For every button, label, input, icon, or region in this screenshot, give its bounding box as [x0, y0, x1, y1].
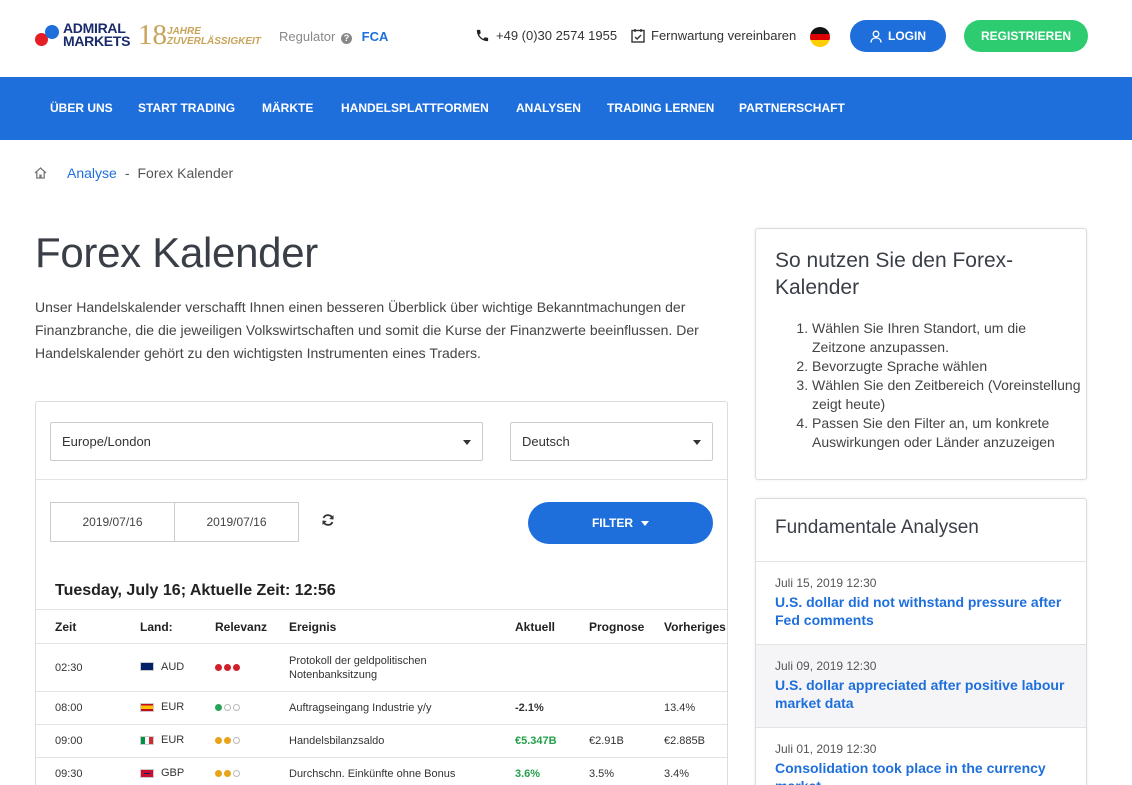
date-from-input[interactable]: 2019/07/16: [50, 502, 175, 542]
breadcrumb-separator: -: [124, 165, 130, 181]
relevance-indicator: [215, 770, 240, 777]
table-header-row: Zeit Land: Relevanz Ereignis Aktuell Pro…: [36, 609, 727, 644]
page-intro: Unser Handelskalender verschafft Ihnen e…: [35, 299, 699, 361]
forex-calendar-panel: Europe/London Deutsch 2019/07/16 2019/07…: [35, 401, 728, 785]
refresh-icon[interactable]: [321, 513, 335, 532]
list-item: Bevorzugte Sprache wählen: [812, 357, 1082, 376]
nav-learn-trading[interactable]: TRADING LERNEN: [607, 101, 714, 115]
calendar-current-date: Tuesday, July 16; Aktuelle Zeit: 12:56: [55, 582, 336, 599]
table-row[interactable]: 08:00 EUR Auftragseingang Industrie y/y …: [36, 691, 727, 725]
nav-partnership[interactable]: PARTNERSCHAFT: [739, 101, 845, 115]
chevron-down-icon: [693, 440, 701, 445]
nav-markets[interactable]: MÄRKTE: [262, 101, 313, 115]
timezone-select[interactable]: Europe/London: [50, 422, 483, 461]
main-navigation: ÜBER UNS START TRADING MÄRKTE HANDELSPLA…: [0, 77, 1132, 140]
analysis-item[interactable]: Juli 15, 2019 12:30 U.S. dollar did not …: [756, 561, 1086, 644]
flag-au-icon: [140, 662, 154, 672]
divider: [36, 479, 727, 480]
flag-es-icon: [140, 702, 154, 712]
howto-title: So nutzen Sie den Forex-Kalender: [775, 249, 1014, 299]
calendar-check-icon: [631, 29, 645, 43]
events-table: Zeit Land: Relevanz Ereignis Aktuell Pro…: [36, 609, 727, 785]
col-forecast: Prognose: [570, 609, 645, 644]
table-row[interactable]: 09:30 GBP Durchschn. Einkünfte ohne Bonu…: [36, 757, 727, 785]
top-bar: ADMIRAL MARKETS 18 JAHRE ZUVERLÄSSIGKEIT …: [0, 0, 1132, 77]
logo-blue-dot: [45, 25, 59, 39]
phone-contact[interactable]: +49 (0)30 2574 1955: [475, 28, 617, 43]
fundamental-analyses-box: Fundamentale Analysen Juli 15, 2019 12:3…: [755, 498, 1087, 785]
nav-platforms[interactable]: HANDELSPLATTFORMEN: [341, 101, 489, 115]
remote-support-link[interactable]: Fernwartung vereinbaren: [631, 28, 796, 43]
login-button[interactable]: LOGIN: [850, 20, 946, 52]
chevron-down-icon: [463, 440, 471, 445]
howto-steps: Wählen Sie Ihren Standort, um die Zeitzo…: [792, 319, 1082, 452]
breadcrumb-current: Forex Kalender: [137, 165, 234, 181]
breadcrumb-analyse-link[interactable]: Analyse: [67, 165, 117, 181]
col-country: Land:: [121, 609, 196, 644]
date-to-input[interactable]: 2019/07/16: [174, 502, 299, 542]
register-button[interactable]: REGISTRIEREN: [964, 20, 1088, 52]
analysis-headline-link[interactable]: Consolidation took place in the currency…: [775, 759, 1067, 785]
fundamental-title: Fundamentale Analysen: [775, 517, 979, 538]
col-actual: Aktuell: [496, 609, 570, 644]
flag-it-icon: [140, 735, 154, 745]
col-relevance: Relevanz: [196, 609, 270, 644]
howto-box: So nutzen Sie den Forex-Kalender Wählen …: [755, 228, 1087, 480]
analysis-headline-link[interactable]: U.S. dollar did not withstand pressure a…: [775, 593, 1067, 629]
nav-start-trading[interactable]: START TRADING: [138, 101, 235, 115]
analysis-item[interactable]: Juli 09, 2019 12:30 U.S. dollar apprecia…: [756, 644, 1086, 727]
logo-wordmark: ADMIRAL MARKETS: [63, 20, 131, 49]
language-flag-de[interactable]: [810, 27, 830, 47]
nav-analyses[interactable]: ANALYSEN: [516, 101, 581, 115]
flag-gb-icon: [140, 768, 154, 778]
analysis-item[interactable]: Juli 01, 2019 12:30 Consolidation took p…: [756, 727, 1086, 785]
caret-down-icon: [641, 520, 650, 526]
analysis-headline-link[interactable]: U.S. dollar appreciated after positive l…: [775, 676, 1067, 712]
table-row[interactable]: 02:30 AUD Protokoll der geldpolitischen …: [36, 643, 727, 692]
relevance-indicator: [215, 704, 240, 711]
breadcrumb: Analyse - Forex Kalender: [34, 165, 233, 181]
home-icon[interactable]: [34, 167, 47, 179]
language-select[interactable]: Deutsch: [510, 422, 713, 461]
list-item: Wählen Sie den Zeitbereich (Voreinstellu…: [812, 376, 1082, 414]
phone-icon: [476, 29, 489, 42]
relevance-indicator: [215, 737, 240, 744]
page-title: Forex Kalender: [35, 229, 318, 276]
user-icon: [870, 30, 882, 43]
regulator-info: Regulator ? FCA: [279, 29, 389, 44]
nav-about-us[interactable]: ÜBER UNS: [50, 101, 113, 115]
col-time: Zeit: [36, 609, 121, 644]
help-icon[interactable]: ?: [341, 33, 352, 44]
col-previous: Vorheriges: [645, 609, 727, 644]
admiral-markets-logo[interactable]: ADMIRAL MARKETS: [34, 20, 134, 52]
col-event: Ereignis: [270, 609, 496, 644]
table-row[interactable]: 09:00 EUR Handelsbilanzsaldo €5.347B €2.…: [36, 724, 727, 758]
list-item: Passen Sie den Filter an, um konkrete Au…: [812, 414, 1082, 452]
list-item: Wählen Sie Ihren Standort, um die Zeitzo…: [812, 319, 1082, 357]
relevance-indicator: [215, 663, 240, 671]
filter-button[interactable]: FILTER: [528, 502, 713, 544]
regulator-fca-link[interactable]: FCA: [362, 29, 389, 44]
